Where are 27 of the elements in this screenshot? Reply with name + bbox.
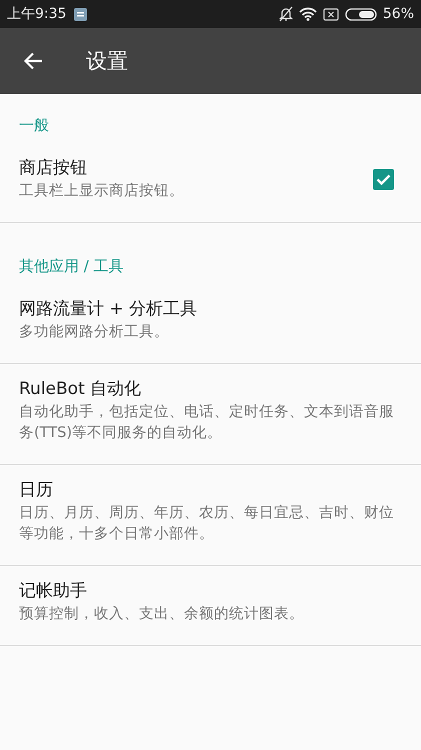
section-header: 其他应用 / 工具 [0,222,421,284]
item-title: 日历 [19,479,54,501]
settings-item[interactable]: RuleBot 自动化 自动化助手，包括定位、电话、定时任务、文本到语音服务(TTS)等不同服务的自动化。 [0,364,421,465]
item-title: RuleBot 自动化 [19,378,142,400]
item-title: 记帐助手 [19,580,88,602]
wifi-icon [298,7,317,21]
item-summary: 日历、月历、周历、年历、农历、每日宜忌、吉时、财位等功能，十多个日常小部件。 [19,504,394,544]
no-sim-icon [322,8,339,20]
notification-icon [74,8,88,20]
settings-item[interactable]: 日历 日历、月历、周历、年历、农历、每日宜忌、吉时、财位等功能，十多个日常小部件。 [0,465,421,566]
checkbox[interactable] [373,168,394,190]
item-summary: 自动化助手，包括定位、电话、定时任务、文本到语音服务(TTS)等不同服务的自动化。 [19,402,394,443]
battery-percent: 56% [382,6,414,22]
item-summary: 多功能网路分析工具。 [19,323,170,342]
back-arrow-icon[interactable] [23,52,43,70]
settings-item[interactable]: 商店按钮 工具栏上显示商店按钮。 [0,143,421,222]
muted-bell-icon [278,6,293,22]
item-title: 网路流量计 + 分析工具 [19,298,198,320]
item-title: 商店按钮 [19,157,88,179]
item-summary: 预算控制，收入、支出、余额的统计图表。 [19,604,305,624]
toolbar-title: 设置 [86,48,128,75]
settings-item[interactable]: 记帐助手 预算控制，收入、支出、余额的统计图表。 [0,566,421,646]
item-summary: 工具栏上显示商店按钮。 [19,182,185,201]
section-header: 一般 [18,115,50,136]
status-time: 上午9:35 [7,5,66,23]
settings-item[interactable]: 网路流量计 + 分析工具 多功能网路分析工具。 [0,284,421,364]
battery-icon [344,8,377,20]
